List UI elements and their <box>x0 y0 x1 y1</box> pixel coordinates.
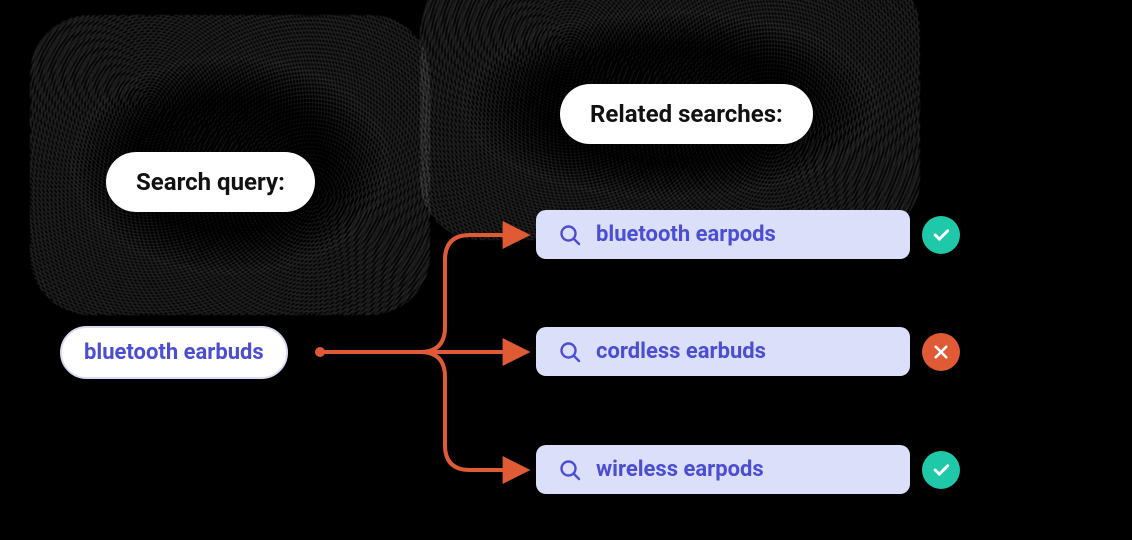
related-search-3[interactable]: wireless earpods <box>536 445 910 494</box>
related-search-text: cordless earbuds <box>596 339 766 364</box>
related-search-text: bluetooth earpods <box>596 222 776 247</box>
search-query-text: bluetooth earbuds <box>84 340 264 365</box>
status-ok-1 <box>922 216 960 254</box>
status-bad-1 <box>922 333 960 371</box>
diagram-canvas: Search query: Related searches: bluetoot… <box>0 0 1132 540</box>
related-search-2[interactable]: cordless earbuds <box>536 327 910 376</box>
search-query-chip[interactable]: bluetooth earbuds <box>60 326 288 379</box>
close-icon <box>932 343 950 361</box>
check-icon <box>931 460 951 480</box>
check-icon <box>931 225 951 245</box>
related-search-text: wireless earpods <box>596 457 764 482</box>
search-icon <box>558 458 582 482</box>
related-search-1[interactable]: bluetooth earpods <box>536 210 910 259</box>
related-searches-label: Related searches: <box>560 84 813 144</box>
search-icon <box>558 223 582 247</box>
search-icon <box>558 340 582 364</box>
search-query-label: Search query: <box>106 152 315 212</box>
status-ok-2 <box>922 451 960 489</box>
